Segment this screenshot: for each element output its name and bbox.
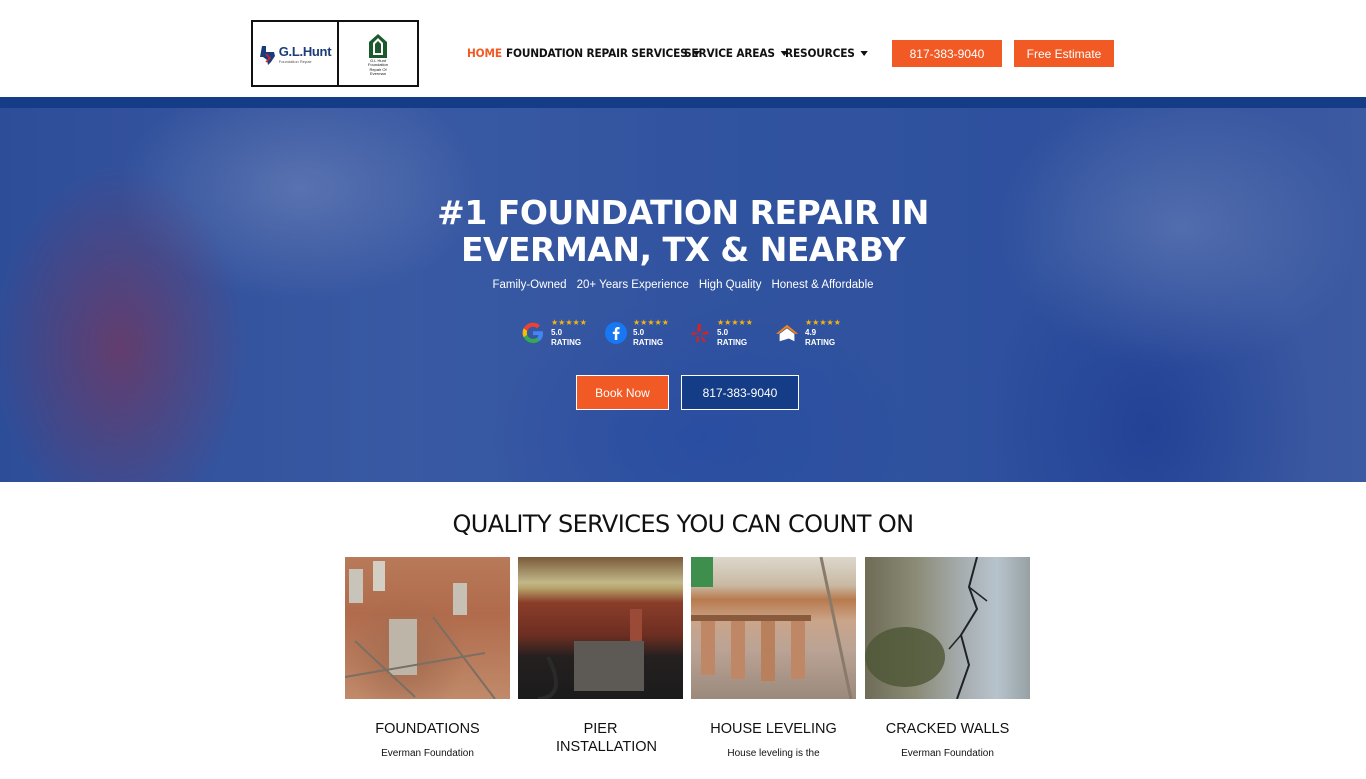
site-header: G.L.Hunt Foundation Repair G.L Hunt Foun… bbox=[0, 0, 1366, 97]
rating-label: 5.0 RATING bbox=[633, 328, 664, 347]
chevron-down-icon bbox=[860, 50, 868, 56]
hero-phone-button[interactable]: 817-383-9040 bbox=[681, 375, 799, 410]
nav-service-areas-label: SERVICE AREAS bbox=[684, 46, 775, 60]
free-estimate-button[interactable]: Free Estimate bbox=[1014, 40, 1114, 67]
services-heading: QUALITY SERVICES YOU CAN COUNT ON bbox=[452, 510, 914, 538]
homeadvisor-icon bbox=[775, 321, 799, 345]
rating-label: 5.0 RATING bbox=[717, 328, 748, 347]
service-card-cracked-walls[interactable]: CRACKED WALLS Everman Foundation bbox=[865, 557, 1030, 761]
house-leveling-image[interactable] bbox=[691, 557, 856, 699]
rating-label: 5.0 RATING bbox=[551, 328, 582, 347]
rating-facebook[interactable]: ★★★★★ 5.0 RATING bbox=[605, 318, 671, 348]
nav-home[interactable]: HOME bbox=[467, 46, 502, 60]
nav-resources[interactable]: RESOURCES bbox=[785, 46, 868, 60]
hero-title-line-2: EVERMAN, TX & NEARBY bbox=[460, 230, 906, 269]
feature-experience: 20+ Years Experience bbox=[576, 279, 689, 291]
rating-homeadvisor[interactable]: ★★★★★ 4.9 RATING bbox=[775, 318, 841, 348]
book-now-button[interactable]: Book Now bbox=[576, 375, 669, 410]
rating-stars: ★★★★★ bbox=[805, 318, 841, 327]
nav-foundation-repair-services[interactable]: FOUNDATION REPAIR SERVICES bbox=[506, 46, 701, 60]
cracked-walls-image[interactable] bbox=[865, 557, 1030, 699]
service-description: House leveling is the bbox=[727, 748, 820, 759]
nav-resources-label: RESOURCES bbox=[785, 46, 855, 60]
hero-features: Family-Owned 20+ Years Experience High Q… bbox=[383, 279, 983, 291]
service-description: Everman Foundation bbox=[901, 748, 994, 759]
logo-brand-tag: Foundation Repair bbox=[278, 58, 312, 64]
service-title[interactable]: FOUNDATIONS bbox=[345, 720, 510, 738]
rating-stars: ★★★★★ bbox=[633, 318, 669, 327]
foundations-image[interactable] bbox=[345, 557, 510, 699]
logo-everman: G.L Hunt Foundation Repair Of Everman bbox=[339, 22, 417, 85]
service-card-pier-installation[interactable]: PIER INSTALLATION bbox=[518, 557, 683, 779]
rating-yelp[interactable]: ★★★★★ 5.0 RATING bbox=[689, 318, 755, 348]
feature-quality: High Quality bbox=[698, 279, 762, 291]
feature-family-owned: Family-Owned bbox=[492, 279, 567, 291]
house-icon bbox=[369, 33, 387, 58]
hero-overlay bbox=[0, 108, 1366, 482]
rating-label: 4.9 RATING bbox=[805, 328, 836, 347]
logo-brand-name: G.L.Hunt bbox=[278, 43, 332, 59]
nav-service-areas[interactable]: SERVICE AREAS bbox=[684, 46, 788, 60]
service-description: Everman Foundation bbox=[381, 748, 474, 759]
service-title[interactable]: HOUSE LEVELING bbox=[691, 720, 856, 738]
service-card-foundations[interactable]: FOUNDATIONS Everman Foundation bbox=[345, 557, 510, 761]
facebook-icon bbox=[605, 321, 627, 345]
service-title[interactable]: PIER INSTALLATION bbox=[518, 720, 683, 756]
header-divider bbox=[0, 97, 1366, 108]
google-icon bbox=[521, 321, 545, 345]
logo-gl-hunt: G.L.Hunt Foundation Repair bbox=[253, 22, 339, 85]
service-card-house-leveling[interactable]: HOUSE LEVELING House leveling is the bbox=[691, 557, 856, 761]
yelp-icon bbox=[689, 321, 711, 345]
rating-stars: ★★★★★ bbox=[717, 318, 753, 327]
nav-foundation-repair-label: FOUNDATION REPAIR SERVICES bbox=[506, 46, 688, 60]
pier-installation-image[interactable] bbox=[518, 557, 683, 699]
feature-affordable: Honest & Affordable bbox=[771, 279, 874, 291]
service-description bbox=[518, 765, 683, 779]
texas-map-icon bbox=[259, 44, 277, 65]
rating-google[interactable]: ★★★★★ 5.0 RATING bbox=[521, 318, 587, 348]
hero-section: #1 FOUNDATION REPAIR IN EVERMAN, TX & NE… bbox=[0, 108, 1366, 482]
service-title[interactable]: CRACKED WALLS bbox=[865, 720, 1030, 738]
hero-title-line-1: #1 FOUNDATION REPAIR IN bbox=[437, 193, 929, 232]
logo-line-4: Everman bbox=[369, 71, 386, 76]
header-phone-button[interactable]: 817-383-9040 bbox=[892, 40, 1002, 67]
rating-stars: ★★★★★ bbox=[551, 318, 587, 327]
hero-title: #1 FOUNDATION REPAIR IN EVERMAN, TX & NE… bbox=[383, 194, 983, 268]
site-logo[interactable]: G.L.Hunt Foundation Repair G.L Hunt Foun… bbox=[251, 20, 419, 87]
